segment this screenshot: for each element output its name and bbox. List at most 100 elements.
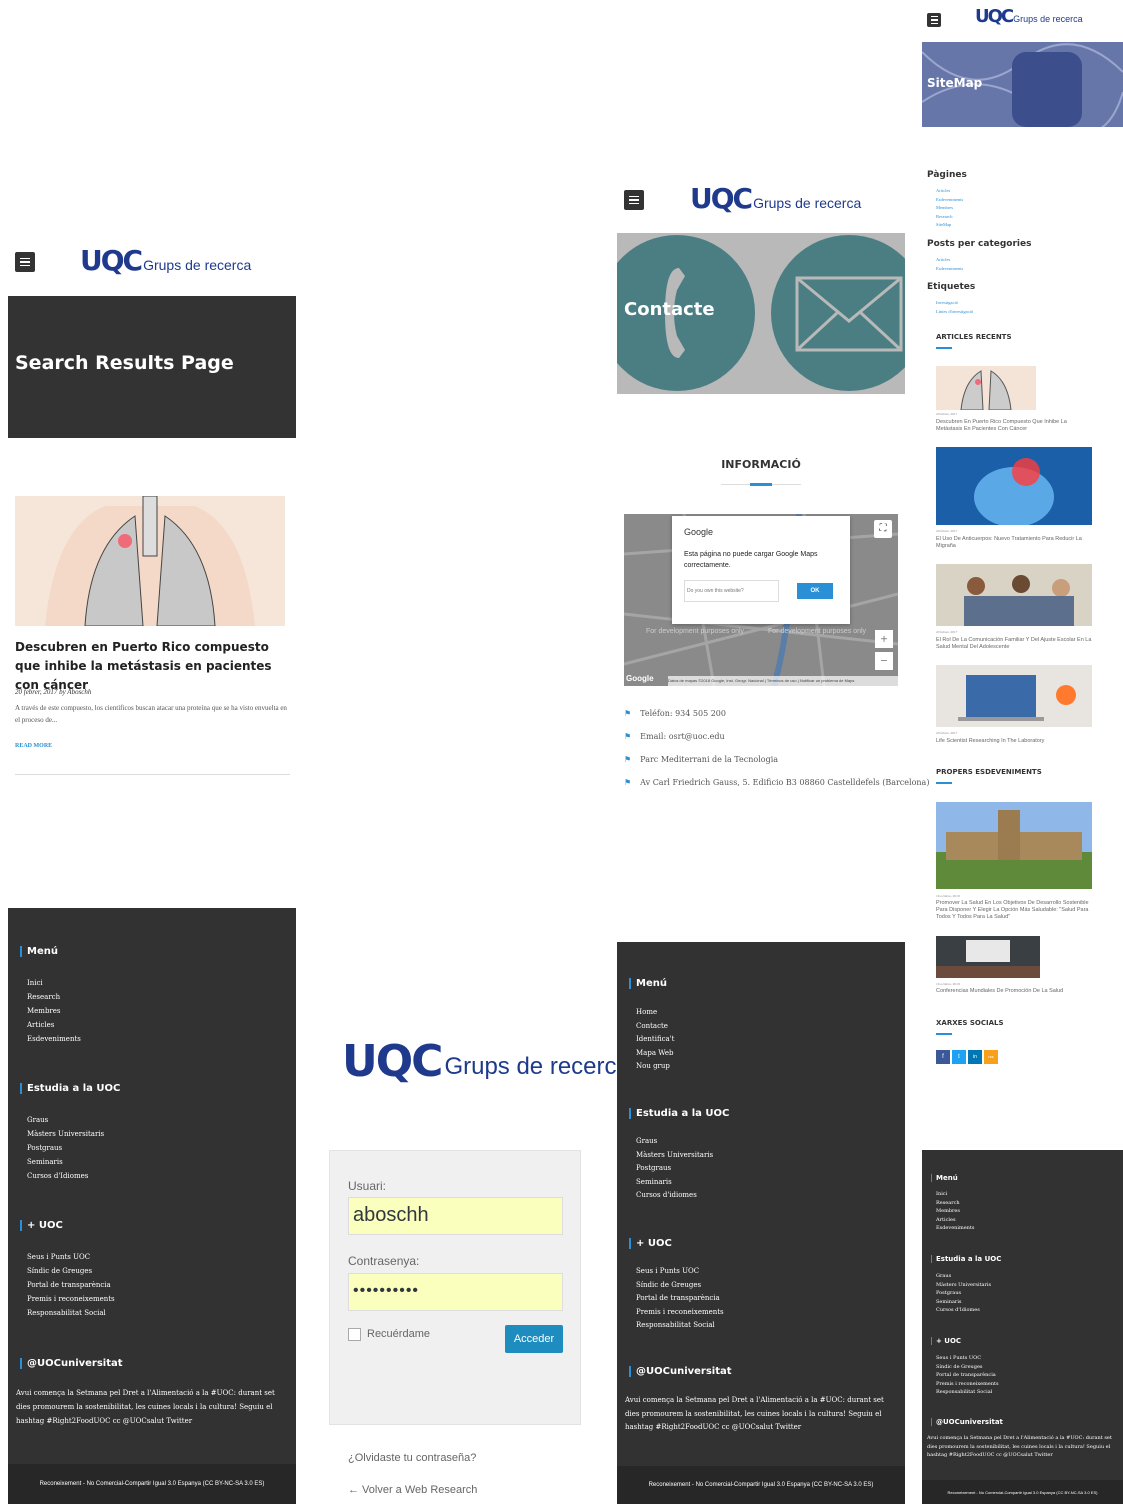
remember-label[interactable]: Recuérdame (367, 1328, 430, 1340)
footer-link[interactable]: Postgraus (27, 1141, 104, 1155)
rss-icon[interactable]: rss (984, 1050, 998, 1064)
footer-link[interactable]: Inici (936, 1190, 974, 1199)
sitemap-link[interactable]: Investigació (936, 299, 973, 308)
remember-checkbox[interactable] (348, 1328, 361, 1341)
event-thumb[interactable] (936, 936, 1040, 978)
event-title[interactable]: Promover La Salud En Los Objetivos De De… (936, 900, 1092, 921)
sitemap-link[interactable]: Esdeveniments (936, 196, 963, 205)
sitemap-link[interactable]: Research (936, 213, 963, 222)
footer-link[interactable]: Premis i reconeixements (936, 1380, 999, 1389)
tags-list: Investigació Línies d'investigació (936, 299, 973, 316)
post-thumbnail[interactable] (15, 496, 285, 626)
recent-article-thumb[interactable] (936, 366, 1036, 410)
event-thumb[interactable] (936, 802, 1092, 889)
footer-link[interactable]: Responsabilitat Social (636, 1319, 724, 1333)
facebook-icon[interactable]: f (936, 1050, 950, 1064)
menu-toggle-button[interactable] (624, 190, 644, 210)
footer-link[interactable]: Postgraus (936, 1289, 991, 1298)
footer-link[interactable]: Cursos d'Idiomes (936, 1306, 991, 1315)
sitemap-link[interactable]: Membres (936, 204, 963, 213)
footer-link[interactable]: Postgraus (636, 1162, 713, 1176)
footer-link[interactable]: Síndic de Greuges (936, 1363, 999, 1372)
zoom-out-button[interactable]: − (875, 652, 893, 670)
footer-link[interactable]: Membres (27, 1004, 81, 1018)
license-text[interactable]: Reconeixement - No Comercial-Compartir I… (649, 1482, 874, 1488)
footer-link[interactable]: Articles (936, 1216, 974, 1225)
footer-link[interactable]: Màsters Universitaris (636, 1149, 713, 1163)
footer-link[interactable]: Graus (936, 1272, 991, 1281)
footer-link[interactable]: Màsters Universitaris (936, 1281, 991, 1290)
sitemap-link[interactable]: SiteMap (936, 221, 963, 230)
footer-link[interactable]: Contacte (636, 1020, 674, 1034)
footer-link[interactable]: Graus (27, 1113, 104, 1127)
footer-link[interactable]: Mapa Web (636, 1047, 674, 1061)
footer-link[interactable]: Articles (27, 1018, 81, 1032)
footer-link[interactable]: Research (27, 990, 81, 1004)
footer-link[interactable]: Seus i Punts UOC (636, 1265, 724, 1279)
footer-link[interactable]: Cursos d'Idiomes (27, 1169, 104, 1183)
footer-link[interactable]: Home (636, 1006, 674, 1020)
menu-toggle-button[interactable] (15, 252, 35, 272)
event-title[interactable]: Conferencias Mundiales De Promoción De L… (936, 988, 1092, 995)
recent-articles-title: ARTICLES RECENTS (936, 333, 1012, 341)
footer-link[interactable]: Responsabilitat Social (936, 1388, 999, 1397)
password-input[interactable]: •••••••••• (348, 1273, 563, 1311)
footer-link[interactable]: Seminaris (936, 1298, 991, 1307)
footer-link[interactable]: Identifica't (636, 1033, 674, 1047)
site-logo[interactable]: UQC Grups de recerca (975, 6, 1083, 27)
login-submit-button[interactable]: Acceder (505, 1325, 563, 1353)
map-ok-button[interactable]: OK (797, 583, 833, 599)
linkedin-icon[interactable]: in (968, 1050, 982, 1064)
footer-link[interactable]: Graus (636, 1135, 713, 1149)
footer-link[interactable]: Portal de transparència (27, 1278, 115, 1292)
license-text[interactable]: Reconeixement - No Comercial-Compartir I… (948, 1490, 1098, 1495)
recent-article-thumb[interactable] (936, 665, 1092, 727)
footer-link[interactable]: Esdeveniments (27, 1032, 81, 1046)
footer-link[interactable]: Responsabilitat Social (27, 1306, 115, 1320)
footer-link[interactable]: Research (936, 1199, 974, 1208)
fullscreen-icon[interactable]: ⛶ (874, 520, 892, 538)
menu-toggle-button[interactable] (927, 13, 941, 27)
recent-article-thumb[interactable] (936, 447, 1092, 525)
login-logo[interactable]: UQC Grups de recerca (342, 1036, 630, 1087)
map-question[interactable]: Do you own this website? (684, 580, 779, 602)
username-input[interactable]: aboschh (348, 1197, 563, 1235)
license-text[interactable]: Reconeixement - No Comercial-Compartir I… (40, 1481, 265, 1487)
sitemap-link[interactable]: Línies d'investigació (936, 308, 973, 317)
footer-link[interactable]: Esdeveniments (936, 1224, 974, 1233)
back-to-site-link[interactable]: ← Volver a Web Research (348, 1484, 477, 1496)
sitemap-link[interactable]: Articles (936, 187, 963, 196)
footer-link[interactable]: Síndic de Greuges (636, 1279, 724, 1293)
footer-link[interactable]: Seminaris (27, 1155, 104, 1169)
footer-link[interactable]: Inici (27, 976, 81, 990)
recent-article-title[interactable]: El Rol De La Comunicación Familiar Y Del… (936, 637, 1092, 651)
recent-article-title[interactable]: El Uso De Anticuerpos: Nuevo Tratamiento… (936, 536, 1092, 550)
sitemap-link[interactable]: Esdeveniments (936, 265, 963, 274)
footer-link[interactable]: Premis i reconeixements (636, 1306, 724, 1320)
footer-menu-title: Menú (20, 946, 58, 957)
footer-link[interactable]: Nou grup (636, 1060, 674, 1074)
sitemap-link[interactable]: Articles (936, 256, 963, 265)
lost-password-link[interactable]: ¿Olvidaste tu contraseña? (348, 1452, 476, 1464)
footer-link[interactable]: Membres (936, 1207, 974, 1216)
read-more-link[interactable]: READ MORE (15, 743, 52, 749)
site-logo[interactable]: UQC Grups de recerca (80, 244, 251, 277)
footer-link[interactable]: Màsters Universitaris (27, 1127, 104, 1141)
footer-link[interactable]: Seminaris (636, 1176, 713, 1190)
footer-link[interactable]: Seus i Punts UOC (27, 1250, 115, 1264)
logo-mark: UQC (80, 244, 143, 277)
footer-link[interactable]: Seus i Punts UOC (936, 1354, 999, 1363)
recent-article-thumb[interactable] (936, 564, 1092, 626)
post-title[interactable]: Descubren en Puerto Rico compuesto que i… (15, 638, 290, 695)
site-logo[interactable]: UQC Grups de recerca (690, 182, 861, 215)
footer-link[interactable]: Síndic de Greuges (27, 1264, 115, 1278)
google-map[interactable]: ⛶ Google Esta página no puede cargar Goo… (624, 514, 898, 686)
twitter-icon[interactable]: t (952, 1050, 966, 1064)
zoom-in-button[interactable]: + (875, 630, 893, 648)
footer-link[interactable]: Premis i reconeixements (27, 1292, 115, 1306)
recent-article-title[interactable]: Life Scientist Researching In The Labora… (936, 738, 1092, 745)
recent-article-title[interactable]: Descubren En Puerto Rico Compuesto Que I… (936, 419, 1092, 433)
footer-link[interactable]: Cursos d'idiomes (636, 1189, 713, 1203)
footer-link[interactable]: Portal de transparència (936, 1371, 999, 1380)
footer-link[interactable]: Portal de transparència (636, 1292, 724, 1306)
